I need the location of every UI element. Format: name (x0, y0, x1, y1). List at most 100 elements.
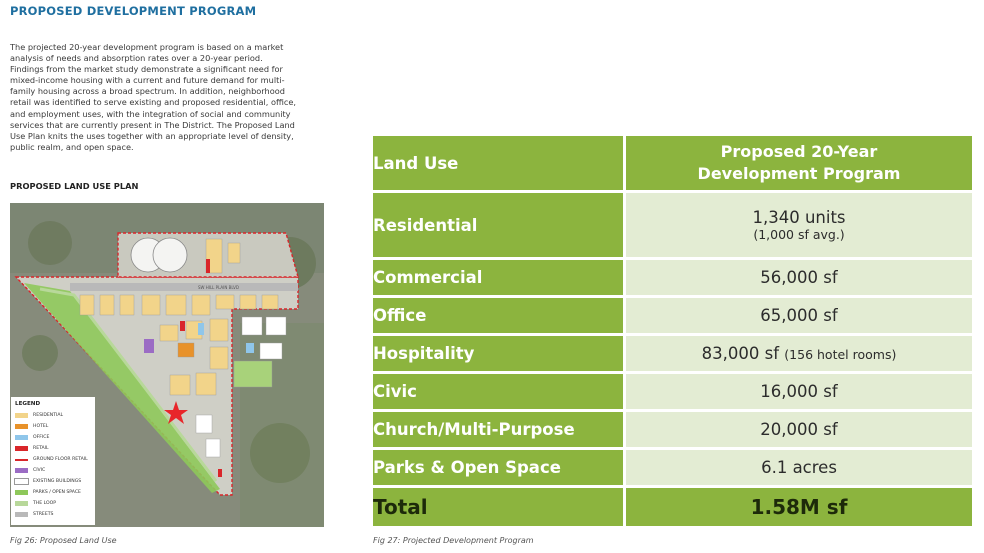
table-row: Residential 1,340 units (1,000 sf avg.) (373, 193, 972, 260)
legend-swatch (15, 424, 28, 429)
legend-label: GROUND FLOOR RETAIL (33, 457, 88, 462)
tree-cluster (22, 335, 58, 371)
legend-label: PARKS / OPEN SPACE (33, 490, 81, 495)
street-label: SW HILL PLAIN BLVD (198, 285, 239, 290)
office-block (198, 323, 204, 335)
hotel-block (177, 342, 195, 358)
row-use-parks: Parks & Open Space (373, 450, 626, 488)
header-land-use: Land Use (373, 136, 626, 193)
page-title: PROPOSED DEVELOPMENT PROGRAM (10, 4, 257, 18)
legend-title: LEGEND (15, 401, 41, 407)
residential-block (209, 318, 229, 342)
total-label: Total (373, 488, 626, 526)
residential-block (79, 294, 95, 316)
row-use-hospitality: Hospitality (373, 336, 626, 374)
legend-label: STREETS (33, 512, 54, 517)
residential-block (159, 324, 179, 342)
row-subvalue: (1,000 sf avg.) (753, 227, 845, 242)
legend-item-parks: PARKS / OPEN SPACE (15, 489, 81, 496)
legend-label: EXISTING BUILDINGS (33, 479, 82, 484)
development-program-table: Land Use Proposed 20-Year Development Pr… (373, 136, 972, 526)
legend-item-residential: RESIDENTIAL (15, 412, 63, 419)
table-row: Parks & Open Space 6.1 acres (373, 450, 972, 488)
paragraph-line: analysis of needs and absorption rates o… (10, 53, 263, 64)
paragraph-line: services that are currently present in T… (10, 119, 295, 130)
row-value: 1,340 units (752, 208, 846, 227)
table-row: Office 65,000 sf (373, 298, 972, 336)
legend-swatch (15, 435, 28, 440)
legend-label: THE LOOP (33, 501, 57, 506)
residential-block (227, 242, 241, 264)
plan-title: PROPOSED LAND USE PLAN (10, 181, 139, 191)
legend-item-existing-buildings: EXISTING BUILDINGS (14, 478, 82, 485)
civic-block (144, 339, 154, 353)
paragraph-line: public realm, and open space. (10, 141, 134, 152)
table-header-row: Land Use Proposed 20-Year Development Pr… (373, 136, 972, 193)
residential-block (239, 294, 257, 310)
paragraph-line: and employment uses, with the integratio… (10, 108, 291, 119)
paragraph-line: retail was identified to serve existing … (10, 97, 297, 108)
row-use-civic: Civic (373, 374, 626, 412)
paragraph-line: family housing across a broad spectrum. … (10, 86, 285, 97)
paragraph-line: mixed-income housing with a current and … (10, 75, 285, 86)
residential-block (141, 294, 161, 316)
paragraph-line: The projected 20-year development progra… (10, 42, 284, 52)
row-value-parks: 6.1 acres (626, 450, 972, 488)
existing-building (265, 316, 287, 336)
total-value: 1.58M sf (626, 488, 972, 526)
residential-block (195, 372, 217, 396)
table-total-row: Total 1.58M sf (373, 488, 972, 526)
legend-swatch (15, 458, 28, 461)
retail-block (206, 259, 210, 273)
header-program-line1: Proposed 20-Year (720, 142, 878, 161)
row-use-residential: Residential (373, 193, 626, 260)
row-use-office: Office (373, 298, 626, 336)
legend-item-retail: RETAIL (15, 445, 49, 452)
residential-block (99, 294, 115, 316)
residential-block (215, 294, 235, 310)
row-value-church: 20,000 sf (626, 412, 972, 450)
legend-swatch (15, 490, 28, 495)
row-value-residential: 1,340 units (1,000 sf avg.) (626, 193, 972, 260)
legend-label: HOTEL (33, 424, 49, 429)
existing-building (205, 438, 221, 458)
legend-swatch (14, 478, 29, 485)
map-legend: LEGEND RESIDENTIAL HOTEL OFFICE RETAIL G… (11, 397, 95, 525)
legend-item-streets: STREETS (15, 511, 53, 518)
paragraph-line: Findings from the market study demonstra… (10, 64, 283, 75)
header-program-line2: Development Program (697, 164, 901, 183)
row-value-hospitality: 83,000 sf (156 hotel rooms) (626, 336, 972, 374)
park-block (233, 360, 273, 388)
residential-block (261, 294, 279, 310)
residential-block (191, 294, 211, 316)
legend-item-the-loop: THE LOOP (15, 500, 56, 507)
row-use-commercial: Commercial (373, 260, 626, 298)
legend-item-civic: CIVIC (15, 467, 45, 474)
tree-cluster (28, 221, 72, 265)
legend-swatch (15, 413, 28, 418)
retail-block (218, 469, 222, 477)
paragraph-line: Use Plan knits the uses together with an… (10, 130, 294, 141)
residential-block (209, 346, 229, 370)
legend-label: RESIDENTIAL (33, 413, 64, 418)
table-row: Hospitality 83,000 sf (156 hotel rooms) (373, 336, 972, 374)
existing-building (259, 342, 283, 360)
legend-item-office: OFFICE (15, 434, 49, 441)
row-value-office: 65,000 sf (626, 298, 972, 336)
legend-item-hotel: HOTEL (15, 423, 48, 430)
street (70, 283, 298, 291)
retail-block (180, 321, 185, 331)
legend-swatch (15, 512, 28, 517)
office-block (246, 343, 254, 353)
tree-cluster (250, 423, 310, 483)
row-value: 83,000 sf (701, 344, 780, 363)
existing-building (195, 414, 213, 434)
table-row: Civic 16,000 sf (373, 374, 972, 412)
legend-item-ground-floor-retail: GROUND FLOOR RETAIL (15, 456, 88, 463)
land-use-map: SW HILL PLAIN BLVD LEGEND RESIDENTIAL HO… (10, 203, 324, 527)
header-program: Proposed 20-Year Development Program (626, 136, 972, 193)
legend-swatch (15, 468, 28, 473)
row-use-church: Church/Multi-Purpose (373, 412, 626, 450)
table-row: Commercial 56,000 sf (373, 260, 972, 298)
legend-swatch (15, 446, 28, 451)
